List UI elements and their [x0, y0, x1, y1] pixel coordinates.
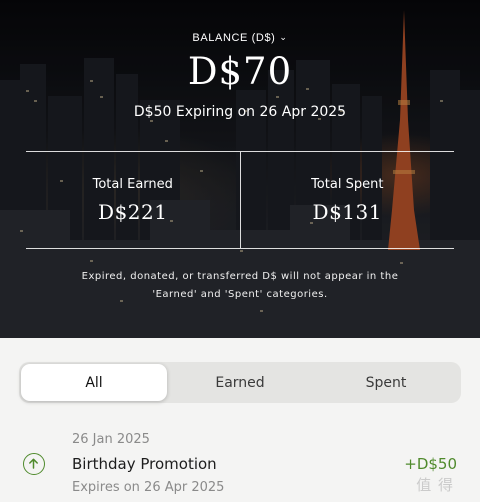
- stats-panel: Total Earned D$221 Total Spent D$131: [26, 151, 454, 249]
- balance-hero: BALANCE (D$) ⌄ D$70 D$50 Expiring on 26 A…: [0, 0, 480, 338]
- total-earned-value: D$221: [98, 200, 168, 224]
- disclaimer-line-1: Expired, donated, or transferred D$ will…: [81, 271, 399, 282]
- transaction-date: 26 Jan 2025: [72, 432, 150, 447]
- balance-amount: D$70: [187, 50, 293, 93]
- transaction-expiry: Expires on 26 Apr 2025: [72, 480, 225, 495]
- tab-all[interactable]: All: [21, 364, 167, 401]
- chevron-down-icon: ⌄: [279, 32, 288, 42]
- disclaimer-line-2: 'Earned' and 'Spent' categories.: [152, 289, 328, 300]
- arrow-up-circle-icon: [23, 453, 45, 475]
- watermark-logo: 值 得: [416, 476, 454, 494]
- expiring-note: D$50 Expiring on 26 Apr 2025: [133, 104, 347, 120]
- total-earned-label: Total Earned: [92, 177, 173, 192]
- transaction-title: Birthday Promotion: [72, 455, 217, 473]
- total-earned-stat: Total Earned D$221: [26, 152, 240, 248]
- balance-currency-selector[interactable]: BALANCE (D$) ⌄: [0, 32, 480, 44]
- balance-label: BALANCE (D$): [192, 32, 276, 44]
- total-spent-value: D$131: [312, 200, 382, 224]
- total-spent-label: Total Spent: [311, 177, 384, 192]
- filter-tabs: All Earned Spent: [19, 362, 461, 403]
- disclaimer-note: Expired, donated, or transferred D$ will…: [40, 268, 440, 304]
- total-spent-stat: Total Spent D$131: [239, 152, 455, 248]
- transaction-amount: +D$50: [404, 455, 457, 473]
- tab-spent[interactable]: Spent: [313, 364, 459, 401]
- tab-earned[interactable]: Earned: [167, 364, 313, 401]
